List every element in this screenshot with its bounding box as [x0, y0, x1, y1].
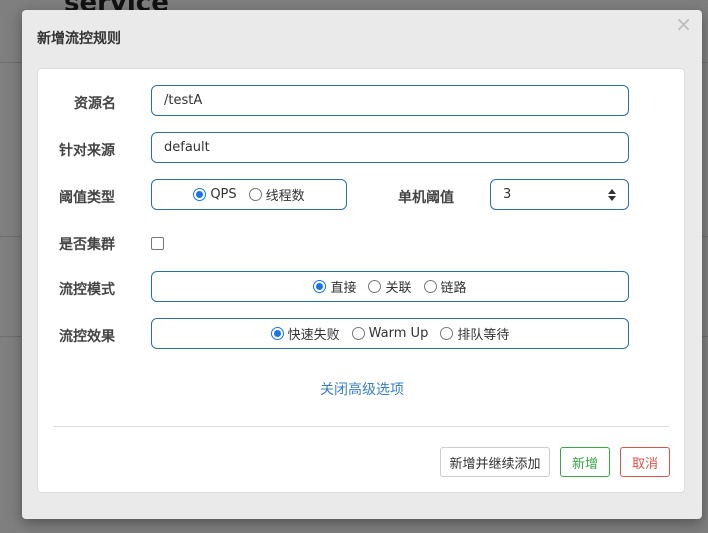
origin-value: default	[164, 140, 210, 155]
add-button[interactable]: 新增	[560, 447, 610, 477]
single-threshold-value: 3	[503, 187, 512, 202]
flow-effect-option-label: Warm Up	[368, 326, 429, 341]
radio-unchecked-icon[interactable]	[368, 280, 382, 293]
flow-mode-option-relate[interactable]: 关联	[368, 277, 412, 296]
flow-mode-option-label: 关联	[385, 281, 412, 296]
single-threshold-input[interactable]: 3	[490, 179, 629, 210]
add-flow-rule-dialog: 新增流控规则 × 资源名 /testA 针对来源 default 阈值类型 QP…	[22, 10, 702, 519]
threshold-type-option-qps[interactable]: QPS	[193, 187, 237, 202]
flow-mode-option-direct[interactable]: 直接	[313, 277, 356, 296]
flow-mode-option-label: 直接	[330, 281, 357, 296]
threshold-type-option-label: QPS	[210, 187, 237, 202]
add-and-continue-button[interactable]: 新增并继续添加	[440, 447, 550, 477]
radio-unchecked-icon[interactable]	[248, 188, 262, 201]
single-threshold-label: 单机阈值	[398, 190, 454, 206]
threshold-type-option-label: 线程数	[265, 189, 305, 204]
flow-effect-option-label: 排队等待	[457, 328, 510, 343]
resource-name-input[interactable]: /testA	[151, 85, 629, 116]
origin-input[interactable]: default	[151, 132, 629, 163]
resource-name-value: /testA	[164, 93, 203, 108]
flow-effect-option-label: 快速失败	[287, 328, 340, 343]
toggle-advanced-options-link[interactable]: 关闭高级选项	[38, 379, 686, 399]
radio-checked-icon[interactable]	[270, 327, 284, 340]
cluster-checkbox[interactable]	[151, 237, 164, 250]
origin-label: 针对来源	[59, 143, 115, 159]
flow-effect-option-queue[interactable]: 排队等待	[440, 324, 509, 343]
number-stepper-icon[interactable]	[608, 189, 616, 201]
flow-effect-option-fast-fail[interactable]: 快速失败	[270, 324, 340, 343]
flow-effect-radio-group: 快速失败 Warm Up 排队等待	[151, 318, 629, 349]
resource-name-label: 资源名	[74, 96, 116, 112]
cancel-button[interactable]: 取消	[620, 447, 670, 477]
radio-checked-icon[interactable]	[193, 188, 207, 201]
flow-mode-label: 流控模式	[59, 282, 115, 298]
dialog-title: 新增流控规则	[37, 31, 121, 47]
radio-unchecked-icon[interactable]	[351, 327, 365, 340]
close-icon[interactable]: ×	[675, 14, 692, 34]
cluster-label: 是否集群	[59, 237, 115, 253]
flow-mode-option-label: 链路	[440, 281, 467, 296]
threshold-type-option-threads[interactable]: 线程数	[248, 185, 305, 204]
footer-divider	[53, 426, 669, 427]
flow-effect-option-warm-up[interactable]: Warm Up	[351, 326, 429, 341]
radio-unchecked-icon[interactable]	[423, 280, 437, 293]
radio-checked-icon[interactable]	[313, 280, 327, 293]
flow-mode-option-chain[interactable]: 链路	[423, 277, 467, 296]
flow-mode-radio-group: 直接 关联 链路	[151, 271, 629, 302]
radio-unchecked-icon[interactable]	[440, 327, 454, 340]
form-panel: 资源名 /testA 针对来源 default 阈值类型 QPS 线程数 单机阈…	[37, 68, 685, 493]
threshold-type-radio-group: QPS 线程数	[151, 179, 347, 210]
threshold-type-label: 阈值类型	[59, 190, 115, 206]
flow-effect-label: 流控效果	[59, 329, 115, 345]
